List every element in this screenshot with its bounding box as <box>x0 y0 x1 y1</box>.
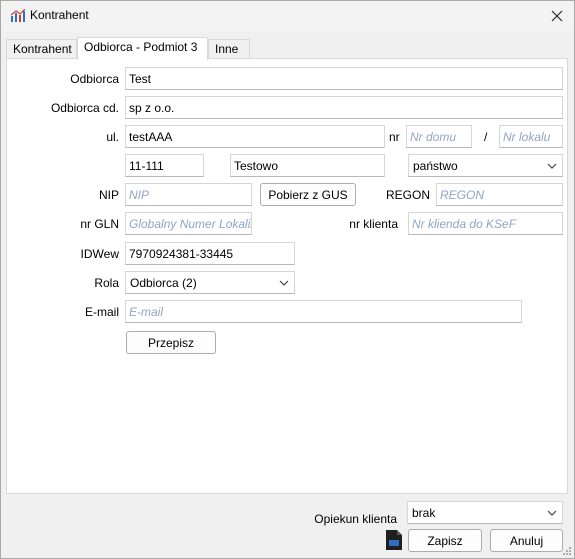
nr-gln-label: nr GLN <box>80 217 119 231</box>
tab-panel: Odbiorca Test Odbiorca cd. sp z o.o. ul.… <box>6 58 568 494</box>
tab-inne[interactable]: Inne <box>208 39 250 58</box>
rola-label: Rola <box>94 276 119 290</box>
miasto-field[interactable]: Testowo <box>230 154 385 177</box>
odbiorca-label: Odbiorca <box>70 72 119 86</box>
regon-label: REGON <box>385 188 430 202</box>
resize-grip-icon[interactable] <box>562 546 572 556</box>
app-icon <box>10 9 26 22</box>
tab-strip: Kontrahent Odbiorca - Podmiot 3 Inne <box>6 37 566 60</box>
rola-value: Odbiorca (2) <box>130 276 197 290</box>
close-icon <box>551 10 563 22</box>
window-title: Kontrahent <box>30 8 89 22</box>
odbiorca-cd-field[interactable]: sp z o.o. <box>125 96 563 119</box>
odbiorca-field[interactable]: Test <box>125 67 563 90</box>
panstwo-select[interactable]: państwo <box>408 154 563 177</box>
email-field[interactable]: E-mail <box>125 300 522 323</box>
save-button[interactable]: Zapisz <box>408 529 482 552</box>
chevron-down-icon <box>279 280 289 286</box>
chevron-down-icon <box>547 510 557 516</box>
idwew-field[interactable]: 7970924381-33445 <box>125 242 295 265</box>
nip-field[interactable]: NIP <box>125 183 252 206</box>
panstwo-value: państwo <box>413 159 458 173</box>
nr-lokalu-field[interactable]: Nr lokalu <box>499 125 563 148</box>
nr-gln-field[interactable]: Globalny Numer Lokaliz <box>125 212 252 235</box>
tab-kontrahent[interactable]: Kontrahent <box>6 39 77 58</box>
document-icon[interactable] <box>385 529 403 551</box>
title-bar: Kontrahent <box>1 1 574 31</box>
przepisz-button[interactable]: Przepisz <box>126 331 216 354</box>
chevron-down-icon <box>547 163 557 169</box>
rola-select[interactable]: Odbiorca (2) <box>125 271 295 294</box>
close-button[interactable] <box>541 4 573 28</box>
tab-odbiorca-podmiot-3[interactable]: Odbiorca - Podmiot 3 <box>77 37 208 60</box>
nr-klienta-label: nr klienta <box>349 217 398 231</box>
opiekun-klienta-value: brak <box>412 506 436 520</box>
kod-pocztowy-field[interactable]: 11-111 <box>125 154 204 177</box>
nr-klienta-field[interactable]: Nr klienda do KSeF <box>408 212 563 235</box>
slash-separator: / <box>484 130 488 144</box>
odbiorca-cd-label: Odbiorca cd. <box>50 101 119 115</box>
pobierz-z-gus-button[interactable]: Pobierz z GUS <box>260 183 356 206</box>
kontrahent-dialog: Kontrahent Kontrahent Odbiorca - Podmiot… <box>0 0 575 559</box>
idwew-label: IDWew <box>80 247 119 261</box>
email-label: E-mail <box>84 305 119 319</box>
nr-label: nr <box>389 130 400 144</box>
nr-domu-field[interactable]: Nr domu <box>406 125 472 148</box>
opiekun-klienta-label: Opiekun klienta <box>314 512 397 526</box>
nip-label: NIP <box>98 188 119 202</box>
ulica-field[interactable]: testAAA <box>125 125 385 148</box>
opiekun-klienta-select[interactable]: brak <box>407 501 563 524</box>
regon-field[interactable]: REGON <box>436 183 563 206</box>
ulica-label: ul. <box>106 130 119 144</box>
cancel-button[interactable]: Anuluj <box>490 529 563 552</box>
